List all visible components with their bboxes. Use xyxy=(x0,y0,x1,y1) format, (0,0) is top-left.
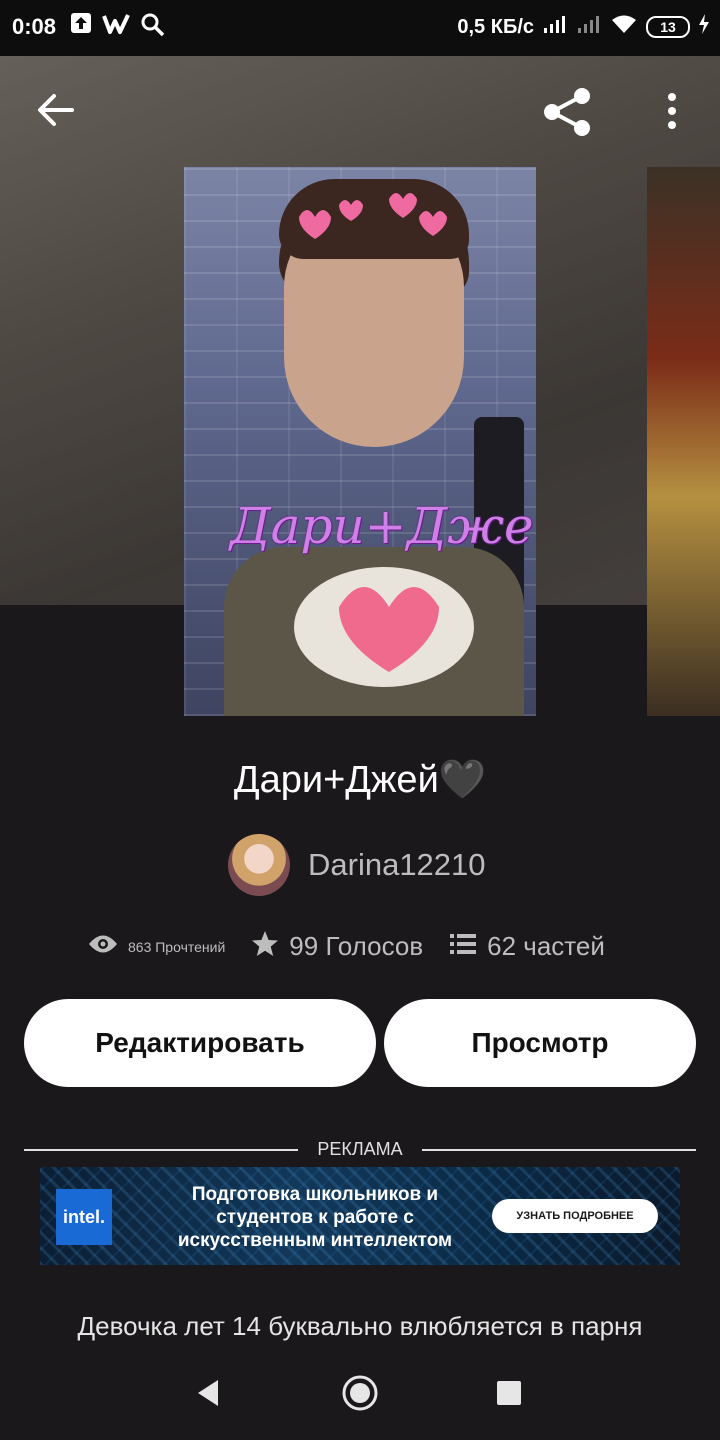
eye-icon xyxy=(88,933,118,960)
battery-indicator: 13 xyxy=(646,16,690,38)
more-vert-icon[interactable] xyxy=(664,92,680,135)
cover-overlay-text: Дари+Джей xyxy=(230,497,536,555)
status-bar: 0:08 0,5 КБ/с 13 xyxy=(0,0,720,56)
story-title-text: Дари+Джей xyxy=(233,759,439,801)
wattpad-icon xyxy=(102,12,130,41)
edit-button[interactable]: Редактировать xyxy=(24,999,376,1087)
signal-icon xyxy=(542,14,568,40)
nav-back-icon[interactable] xyxy=(194,1378,222,1413)
system-nav-bar xyxy=(0,1360,720,1440)
list-icon xyxy=(449,932,477,961)
votes-count: 99 Голосов xyxy=(289,931,424,961)
ad-text: Подготовка школьников и студентов к рабо… xyxy=(177,1184,453,1251)
ad-cta-button[interactable]: УЗНАТЬ ПОДРОБНЕЕ xyxy=(492,1199,658,1233)
ad-label: РЕКЛАМА xyxy=(317,1139,403,1159)
reads-stat: 863 Прочтений xyxy=(88,933,251,960)
cover-hearts xyxy=(299,193,447,239)
story-description: Девочка лет 14 буквально влюбляется в па… xyxy=(77,1311,643,1341)
charging-icon xyxy=(698,14,710,40)
parts-count: 62 частей xyxy=(487,931,605,961)
star-icon xyxy=(251,930,279,963)
nav-home-icon[interactable] xyxy=(341,1374,379,1417)
author-link[interactable]: Darina12210 xyxy=(228,834,486,896)
votes-stat: 99 Голосов xyxy=(251,930,449,963)
avatar[interactable] xyxy=(228,834,290,896)
story-stats: 863 Прочтений 99 Голосов 62 частей xyxy=(88,930,631,963)
share-icon[interactable] xyxy=(542,86,594,143)
status-time: 0:08 xyxy=(12,14,57,39)
reads-count: 863 Прочтений xyxy=(128,938,226,955)
search-icon xyxy=(140,12,166,43)
wifi-icon xyxy=(610,14,638,40)
network-speed: 0,5 КБ/с xyxy=(457,15,534,38)
next-story-cover[interactable] xyxy=(647,167,720,716)
cover-heart-large xyxy=(339,587,439,672)
nav-recents-icon[interactable] xyxy=(496,1380,522,1411)
ad-banner[interactable]: intel. Подготовка школьников и студентов… xyxy=(40,1167,680,1265)
upload-icon xyxy=(70,12,92,39)
intel-logo: intel. xyxy=(56,1189,112,1245)
view-button[interactable]: Просмотр xyxy=(384,999,696,1087)
signal-2-icon xyxy=(576,14,602,40)
status-right: 0,5 КБ/с 13 xyxy=(457,14,710,40)
story-cover[interactable]: Дари+Джей xyxy=(184,167,536,716)
story-title: Дари+Джей🖤 xyxy=(0,758,720,802)
black-heart-emoji: 🖤 xyxy=(438,759,487,801)
parts-stat: 62 частей xyxy=(449,931,631,962)
back-arrow-icon[interactable] xyxy=(36,92,76,133)
author-name[interactable]: Darina12210 xyxy=(308,847,486,883)
